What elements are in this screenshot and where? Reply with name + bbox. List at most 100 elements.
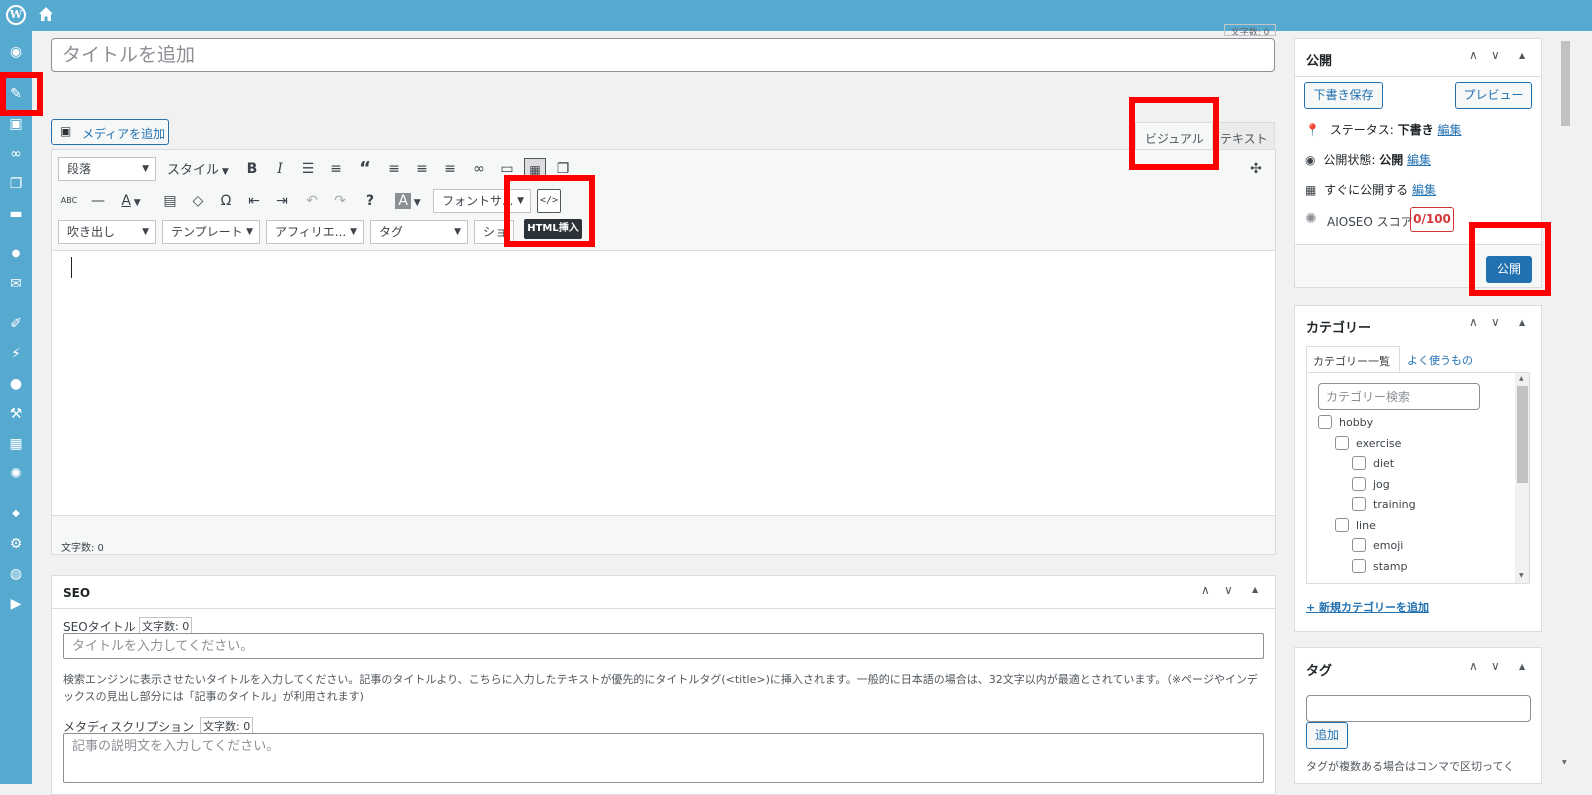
move-down-icon[interactable]: ∨ [1491,48,1500,62]
home-icon[interactable] [38,6,54,22]
undo-icon[interactable]: ↶ [302,190,322,212]
align-left-icon[interactable]: ≡ [384,158,404,180]
plugins-icon[interactable]: ⚡ [5,345,27,363]
fullscreen-icon[interactable]: ✣ [1246,158,1266,180]
background-color-icon[interactable]: A ▼ [388,190,428,212]
category-item[interactable]: training [1352,497,1529,513]
category-checkbox[interactable] [1335,517,1349,532]
gear-icon[interactable]: ⚙ [5,535,27,553]
align-center-icon[interactable]: ≡ [412,158,432,180]
category-checkbox[interactable] [1352,538,1366,552]
category-item[interactable]: stamp [1352,558,1529,575]
move-up-icon[interactable]: ∧ [1469,659,1478,673]
category-checkbox[interactable] [1352,558,1366,573]
wordpress-icon[interactable]: W [6,5,26,25]
link-icon[interactable]: ∞ [469,158,489,180]
move-up-icon[interactable]: ∧ [1469,315,1478,329]
collapse-icon[interactable]: ▲ [1519,662,1525,671]
seo-title-input[interactable] [63,633,1264,659]
category-item[interactable]: jog [1352,476,1529,493]
category-search-input[interactable] [1318,383,1480,410]
paste-text-icon[interactable]: ▤ [160,190,180,212]
add-tag-button[interactable]: 追加 [1306,722,1348,749]
post-title-input[interactable] [51,38,1275,72]
add-media-button[interactable]: ▣ メディアを追加 [51,119,169,145]
move-down-icon[interactable]: ∨ [1491,315,1500,329]
callout-select[interactable]: 吹き出し ▼ [58,220,156,244]
add-new-category-link[interactable]: + 新規カテゴリーを追加 [1306,599,1429,615]
mail-icon[interactable]: ✉ [5,275,27,293]
meta-description-input[interactable] [63,733,1264,783]
category-item[interactable]: diet [1352,456,1529,472]
category-item[interactable]: hobby [1318,415,1498,431]
tag-input[interactable] [1306,695,1531,722]
numbered-list-icon[interactable]: ≡ [326,158,346,180]
category-item[interactable]: line [1335,517,1515,534]
move-up-icon[interactable]: ∧ [1201,583,1210,597]
help-icon[interactable]: ? [360,190,380,212]
move-down-icon[interactable]: ∨ [1224,583,1233,597]
bullet-list-icon[interactable]: ☰ [298,158,318,180]
media-icon[interactable]: ▣ [5,115,27,133]
clear-format-icon[interactable]: ◇ [188,190,208,212]
special-char-icon[interactable]: Ω [216,190,236,212]
template-select[interactable]: テンプレート ▼ [162,220,260,244]
settings-grid-icon[interactable]: ▦ [5,435,27,453]
category-scrollbar[interactable]: ▲ ▼ [1515,373,1529,583]
editor-content-area[interactable] [52,250,1275,516]
affiliate-select[interactable]: アフィリエ... ▼ [266,220,364,244]
spellcheck-icon[interactable]: ABC [58,190,80,212]
category-checkbox[interactable] [1352,476,1366,491]
play-icon[interactable]: ▶ [5,595,27,613]
style-menu[interactable]: スタイル ▼ [167,159,235,181]
collapse-icon[interactable]: ▲ [1519,51,1525,60]
collapse-icon[interactable]: ▲ [1519,318,1525,327]
appearance-brush-icon[interactable]: ✐ [5,315,27,333]
tools-wrench-icon[interactable]: ⚒ [5,405,27,423]
preview-button[interactable]: プレビュー [1455,82,1532,109]
edit-status-link[interactable]: 編集 [1438,123,1462,137]
page-scrollbar-thumb[interactable] [1561,41,1570,126]
users-icon[interactable]: ● [5,375,27,393]
comments-icon[interactable]: ▬ [5,205,27,223]
blockquote-icon[interactable]: “ [355,158,375,180]
circle-icon[interactable]: ● [5,245,27,263]
tab-text[interactable]: テキスト [1213,122,1275,150]
tag-select[interactable]: タグ ▼ [370,220,468,244]
outdent-icon[interactable]: ⇤ [244,190,264,212]
page-scroll-down-icon[interactable]: ▼ [1562,759,1567,766]
aioseo-score-badge[interactable]: 0/100 [1410,207,1454,232]
edit-schedule-link[interactable]: 編集 [1412,183,1436,197]
move-down-icon[interactable]: ∨ [1491,659,1500,673]
color-icon[interactable]: ◆ [5,505,27,523]
move-up-icon[interactable]: ∧ [1469,48,1478,62]
tab-popular-categories[interactable]: よく使うもの [1407,352,1473,368]
scrollbar-thumb[interactable] [1517,386,1528,483]
scroll-up-icon[interactable]: ▲ [1519,375,1524,382]
category-checkbox[interactable] [1352,456,1366,470]
scroll-down-icon[interactable]: ▼ [1519,572,1524,579]
category-item[interactable]: emoji [1352,538,1529,554]
dashboard-icon[interactable]: ◉ [5,43,27,61]
text-color-icon[interactable]: A ▼ [114,190,148,212]
tab-all-categories[interactable]: カテゴリー一覧 [1306,346,1400,373]
category-checkbox[interactable] [1352,497,1366,511]
category-item[interactable]: exercise [1335,435,1515,452]
align-right-icon[interactable]: ≡ [440,158,460,180]
paragraph-select[interactable]: 段落 ▼ [58,157,156,181]
italic-icon[interactable]: I [270,158,290,180]
redo-icon[interactable]: ↷ [330,190,350,212]
world-icon[interactable]: ◍ [5,565,27,583]
page-scrollbar[interactable]: ▼ [1558,31,1573,784]
horizontal-line-icon[interactable]: — [88,190,108,212]
links-icon[interactable]: ∞ [5,145,27,163]
save-draft-button[interactable]: 下書き保存 [1304,82,1383,109]
collapse-icon[interactable]: ▲ [1252,585,1258,594]
category-checkbox[interactable] [1318,415,1332,429]
gear-circle-icon[interactable]: ✺ [5,465,27,483]
indent-icon[interactable]: ⇥ [272,190,292,212]
pages-icon[interactable]: ❐ [5,175,27,193]
category-checkbox[interactable] [1335,435,1349,450]
bold-icon[interactable]: B [242,158,262,180]
edit-visibility-link[interactable]: 編集 [1407,153,1431,167]
